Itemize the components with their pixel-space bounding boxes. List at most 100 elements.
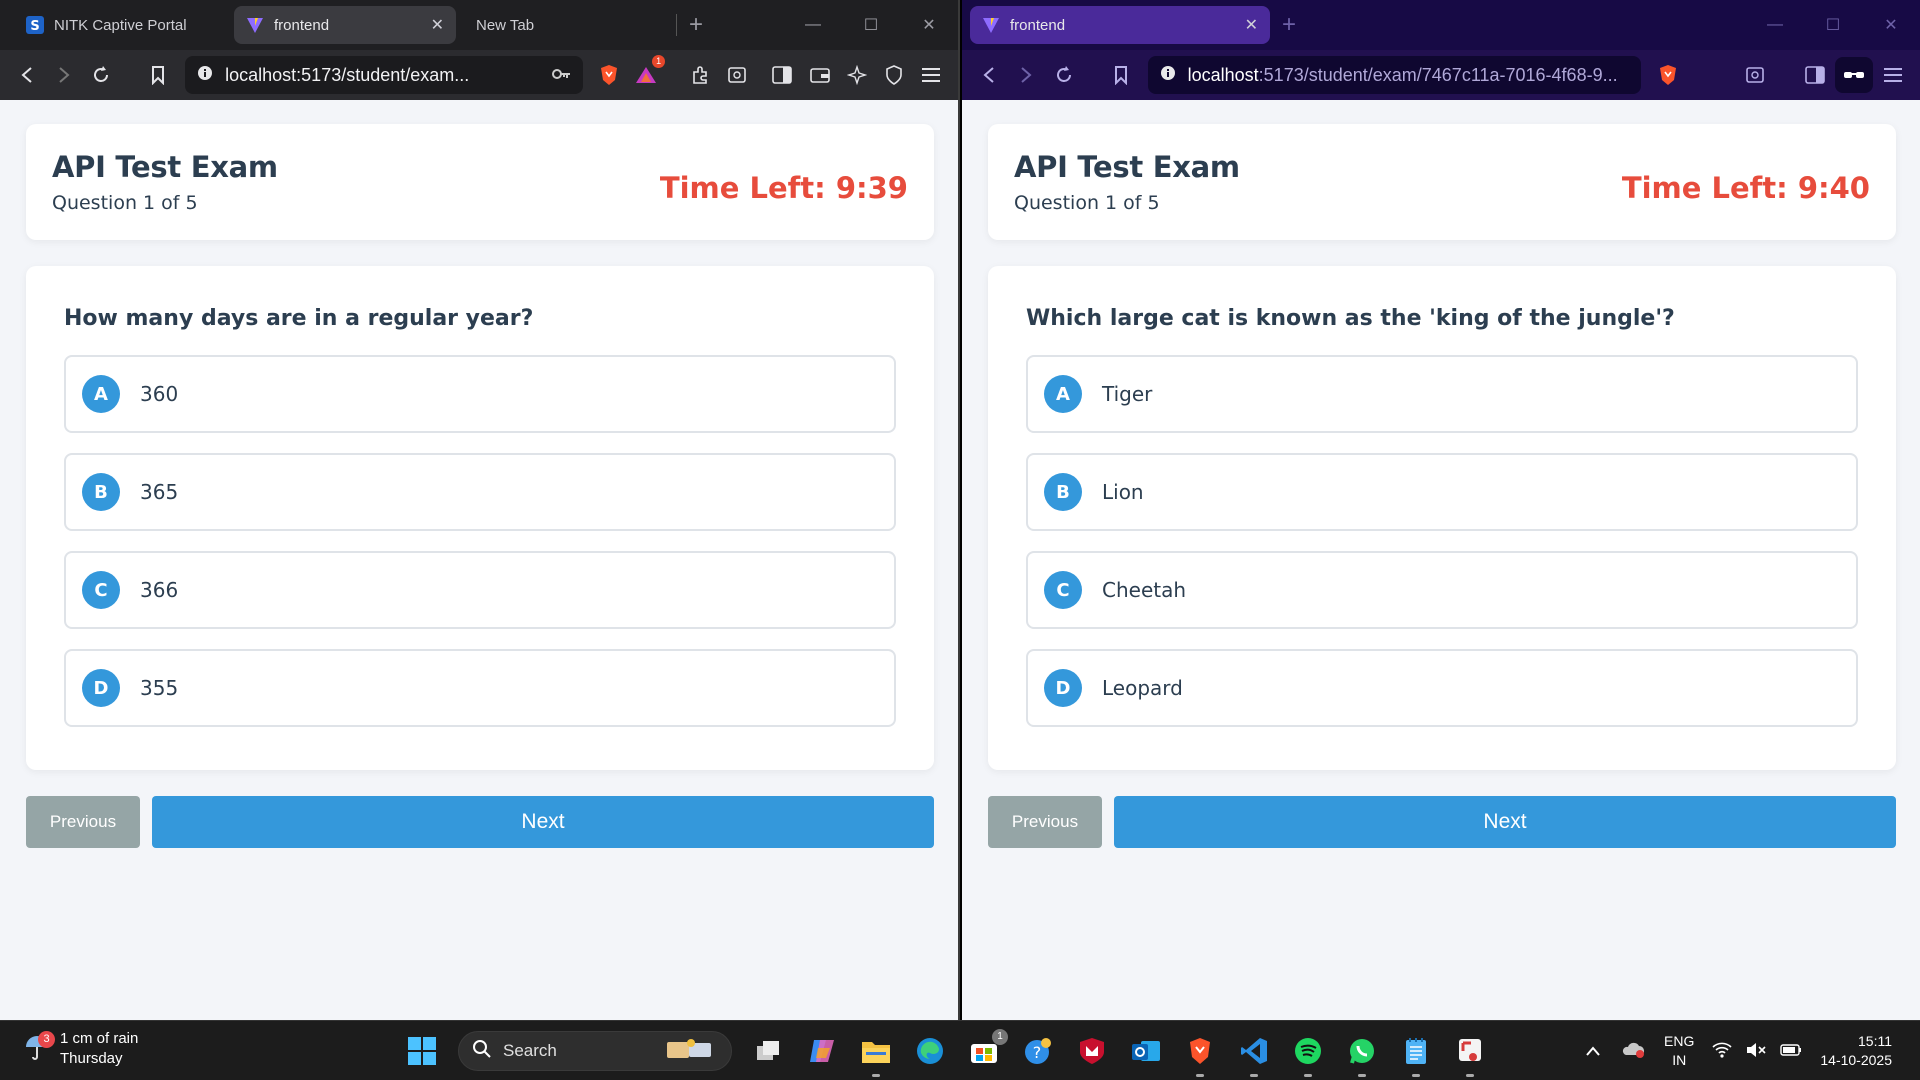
browser-toolbar: localhost:5173/student/exam/7467c11a-701… <box>962 50 1920 100</box>
close-tab-icon[interactable]: ✕ <box>1245 15 1258 35</box>
maximize-icon[interactable]: ☐ <box>1804 15 1862 35</box>
exam-page: API Test Exam Question 1 of 5 Time Left:… <box>962 100 1920 1020</box>
site-info-icon[interactable] <box>197 65 213 86</box>
tab-new-tab[interactable]: New Tab <box>456 6 676 44</box>
address-bar[interactable]: localhost:5173/student/exam... <box>185 56 583 94</box>
option-letter: C <box>82 571 120 609</box>
search-icon <box>473 1039 491 1063</box>
url-host: localhost <box>1187 64 1259 85</box>
reader-mode-icon[interactable] <box>1739 57 1772 93</box>
back-icon[interactable] <box>972 57 1005 93</box>
new-tab-plus-icon[interactable]: + <box>689 11 703 39</box>
exam-title: API Test Exam <box>52 150 278 184</box>
bookmark-icon[interactable] <box>142 57 175 93</box>
option-a[interactable]: A 360 <box>64 355 896 433</box>
option-letter: D <box>82 669 120 707</box>
password-key-icon[interactable] <box>551 65 571 86</box>
option-letter: B <box>1044 473 1082 511</box>
whatsapp-icon[interactable] <box>1344 1033 1380 1077</box>
new-tab-plus-icon[interactable]: + <box>1282 11 1296 39</box>
search-placeholder: Search <box>503 1041 557 1060</box>
file-explorer-icon[interactable] <box>858 1033 894 1077</box>
brave-shields-icon[interactable] <box>593 57 626 93</box>
outlook-icon[interactable] <box>1128 1033 1164 1069</box>
brave-shields-icon[interactable] <box>1651 57 1684 93</box>
option-c[interactable]: C 366 <box>64 551 896 629</box>
time-left: Time Left: 9:39 <box>659 171 908 205</box>
edge-icon[interactable] <box>912 1033 948 1069</box>
menu-icon[interactable] <box>915 57 948 93</box>
previous-button[interactable]: Previous <box>26 796 140 848</box>
brave-rewards-icon[interactable]: 1 <box>630 55 666 93</box>
option-letter: B <box>82 473 120 511</box>
snipping-tool-icon[interactable] <box>1452 1033 1488 1077</box>
copilot-icon[interactable] <box>804 1033 840 1069</box>
onedrive-icon[interactable] <box>1622 1041 1646 1062</box>
option-letter: C <box>1044 571 1082 609</box>
close-window-icon[interactable]: ✕ <box>1862 15 1920 35</box>
brave-browser-icon[interactable] <box>1182 1033 1218 1077</box>
option-b[interactable]: B Lion <box>1026 453 1858 531</box>
vpn-shield-icon[interactable] <box>878 57 911 93</box>
show-hidden-icons-icon[interactable] <box>1586 1043 1600 1059</box>
volume-muted-icon[interactable] <box>1746 1042 1766 1061</box>
battery-icon[interactable] <box>1780 1043 1802 1060</box>
extensions-icon[interactable] <box>683 57 716 93</box>
minimize-icon[interactable]: — <box>784 16 842 34</box>
sidebar-icon[interactable] <box>1798 57 1831 93</box>
microsoft-store-icon[interactable]: 1 <box>966 1029 1008 1069</box>
tab-strip: frontend ✕ + — ☐ ✕ <box>962 0 1920 50</box>
mcafee-icon[interactable] <box>1074 1033 1110 1069</box>
tab-title: New Tab <box>476 16 535 34</box>
windows-start-icon[interactable] <box>404 1033 440 1069</box>
vscode-icon[interactable] <box>1236 1033 1272 1077</box>
tab-title: frontend <box>1010 16 1066 34</box>
option-d[interactable]: D Leopard <box>1026 649 1858 727</box>
clock-date: 14-10-2025 <box>1820 1052 1892 1068</box>
option-text: Lion <box>1102 480 1144 504</box>
tab-frontend[interactable]: frontend ✕ <box>970 6 1270 44</box>
get-help-icon[interactable]: ? <box>1020 1033 1056 1069</box>
site-info-icon[interactable] <box>1160 65 1176 86</box>
minimize-icon[interactable]: — <box>1746 16 1804 34</box>
exam-header-card: API Test Exam Question 1 of 5 Time Left:… <box>26 124 934 240</box>
maximize-icon[interactable]: ☐ <box>842 15 900 35</box>
address-bar[interactable]: localhost:5173/student/exam/7467c11a-701… <box>1147 56 1642 94</box>
close-tab-icon[interactable]: ✕ <box>431 15 444 35</box>
menu-icon[interactable] <box>1877 57 1910 93</box>
next-button[interactable]: Next <box>152 796 934 848</box>
forward-icon[interactable] <box>47 57 80 93</box>
previous-button[interactable]: Previous <box>988 796 1102 848</box>
option-letter: A <box>82 375 120 413</box>
clock[interactable]: 15:11 14-10-2025 <box>1820 1032 1892 1070</box>
option-a[interactable]: A Tiger <box>1026 355 1858 433</box>
leo-ai-icon[interactable] <box>840 57 873 93</box>
reader-mode-icon[interactable] <box>720 57 753 93</box>
back-icon[interactable] <box>10 57 43 93</box>
reload-icon[interactable] <box>1047 57 1080 93</box>
tab-frontend[interactable]: frontend ✕ <box>234 6 456 44</box>
spotify-icon[interactable] <box>1290 1033 1326 1077</box>
wallet-icon[interactable] <box>803 57 836 93</box>
forward-icon[interactable] <box>1009 57 1042 93</box>
option-b[interactable]: B 365 <box>64 453 896 531</box>
close-window-icon[interactable]: ✕ <box>900 15 958 35</box>
weather-widget[interactable]: 3 1 cm of rain Thursday <box>24 1029 138 1069</box>
next-button[interactable]: Next <box>1114 796 1896 848</box>
notepad-icon[interactable] <box>1398 1033 1434 1077</box>
tab-nitk-captive-portal[interactable]: S NITK Captive Portal <box>14 6 234 44</box>
task-view-icon[interactable] <box>750 1033 786 1069</box>
reload-icon[interactable] <box>85 57 118 93</box>
question-text: Which large cat is known as the 'king of… <box>1026 306 1675 331</box>
option-d[interactable]: D 355 <box>64 649 896 727</box>
exam-header-card: API Test Exam Question 1 of 5 Time Left:… <box>988 124 1896 240</box>
left-browser-window: S NITK Captive Portal frontend ✕ New Tab… <box>0 0 960 1020</box>
wifi-icon[interactable] <box>1712 1042 1732 1061</box>
option-c[interactable]: C Cheetah <box>1026 551 1858 629</box>
private-window-icon[interactable] <box>1835 57 1873 93</box>
bookmark-icon[interactable] <box>1104 57 1137 93</box>
taskbar-apps: Search 1 ? <box>404 1021 1488 1080</box>
language-indicator[interactable]: ENG IN <box>1664 1032 1694 1070</box>
sidebar-icon[interactable] <box>766 57 799 93</box>
taskbar-search[interactable]: Search <box>458 1031 732 1071</box>
